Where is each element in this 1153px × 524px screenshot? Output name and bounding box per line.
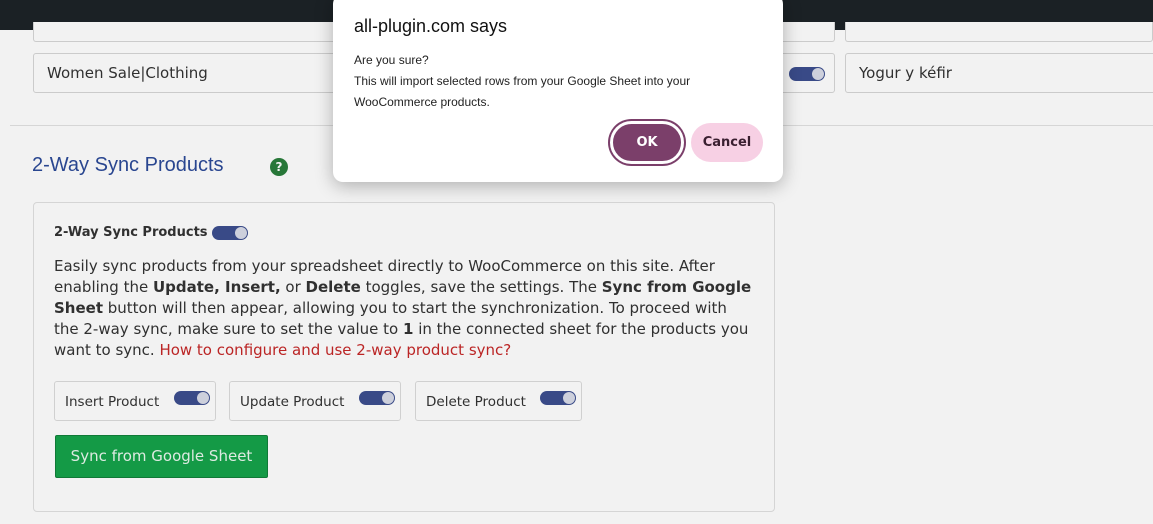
dialog-title: all-plugin.com says [354,16,508,36]
confirm-dialog: all-plugin.com says Are you sure? This w… [333,0,783,182]
dialog-message: Are you sure? This will import selected … [354,50,764,113]
dialog-message-line: Are you sure? [354,53,429,67]
cancel-button[interactable]: Cancel [691,123,763,162]
dialog-message-line: This will import selected rows from your… [354,74,691,109]
ok-button[interactable]: OK [610,121,684,164]
